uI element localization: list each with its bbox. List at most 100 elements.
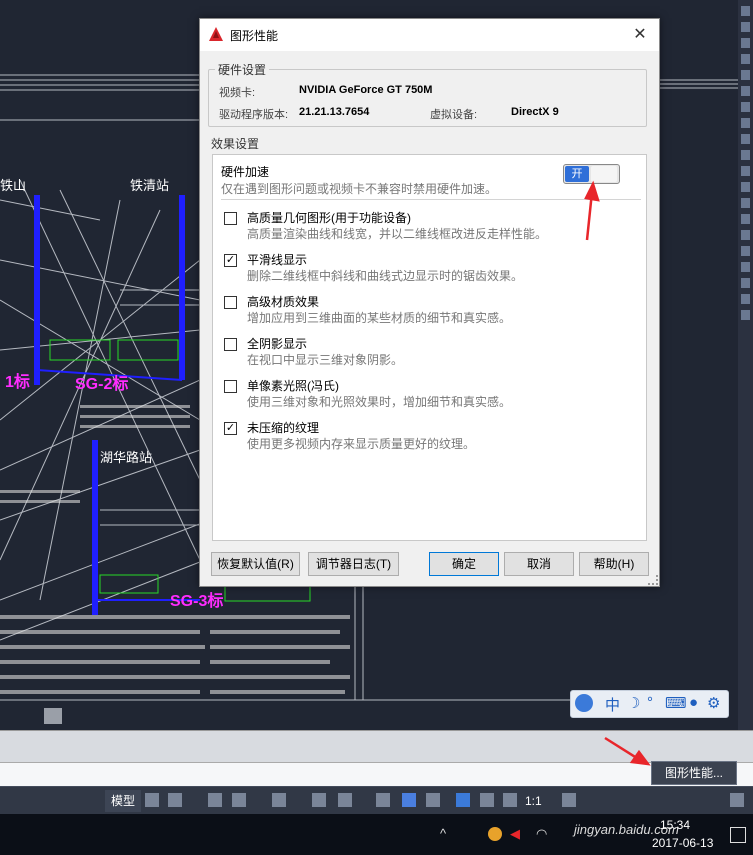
- option-checkbox[interactable]: ✓: [224, 338, 237, 351]
- wifi-icon[interactable]: ◠: [536, 827, 550, 841]
- toolbar-tool-icon[interactable]: [741, 230, 750, 240]
- option-checkbox[interactable]: ✓: [224, 254, 237, 267]
- toolbar-tool-icon[interactable]: [741, 102, 750, 112]
- transparency-icon[interactable]: [402, 793, 416, 807]
- network-app-icon[interactable]: [488, 827, 502, 841]
- option-advanced-material-effects[interactable]: ✓ 高级材质效果 增加应用到三维曲面的某些材质的细节和真实感。: [221, 291, 641, 331]
- resize-grip-icon[interactable]: [648, 575, 658, 585]
- option-per-pixel-lighting[interactable]: ✓ 单像素光照(冯氏) 使用三维对象和光照效果时，增加细节和真实感。: [221, 375, 641, 415]
- video-card-value: NVIDIA GeForce GT 750M: [299, 84, 433, 96]
- ime-microphone-icon[interactable]: ●: [689, 694, 698, 711]
- osnap-icon[interactable]: [272, 793, 286, 807]
- toolbar-tool-icon[interactable]: [741, 70, 750, 80]
- cancel-button[interactable]: 取消: [504, 552, 574, 576]
- toolbar-tool-icon[interactable]: [741, 310, 750, 320]
- cad-label-sg3: SG-3标: [170, 593, 224, 610]
- option-checkbox[interactable]: ✓: [224, 380, 237, 393]
- toolbar-tool-icon[interactable]: [741, 246, 750, 256]
- toolbar-tool-icon[interactable]: [741, 214, 750, 224]
- effect-settings-panel: 硬件加速 仅在遇到图形问题或视频卡不兼容时禁用硬件加速。 开 ✓ 高质量几何图形…: [212, 154, 647, 541]
- ime-mode-label[interactable]: 中: [605, 694, 620, 715]
- option-desc: 高质量渲染曲线和线宽，并以二维线框改进反走样性能。: [247, 227, 548, 241]
- option-desc: 增加应用到三维曲面的某些材质的细节和真实感。: [247, 311, 512, 325]
- annotation-visibility-icon[interactable]: [456, 793, 470, 807]
- workspace-gear-icon[interactable]: [562, 793, 576, 807]
- lineweight-icon[interactable]: [376, 793, 390, 807]
- annotation-scale-value[interactable]: 1:1: [525, 790, 542, 812]
- clock-time[interactable]: 15:34: [660, 818, 690, 832]
- ime-punctuation-icon[interactable]: °: [647, 694, 653, 711]
- toolbar-tool-icon[interactable]: [741, 182, 750, 192]
- tuner-log-button[interactable]: 调节器日志(T): [308, 552, 399, 576]
- option-high-quality-geometry[interactable]: ✓ 高质量几何图形(用于功能设备) 高质量渲染曲线和线宽，并以二维线框改进反走样…: [221, 207, 641, 247]
- toolbar-tool-icon[interactable]: [741, 6, 750, 16]
- checkmark-icon: ✓: [225, 254, 236, 266]
- dialog-titlebar[interactable]: 图形性能 ✕: [200, 19, 659, 51]
- hardware-acceleration-desc: 仅在遇到图形问题或视频卡不兼容时禁用硬件加速。: [221, 182, 498, 196]
- toolbar-tool-icon[interactable]: [741, 150, 750, 160]
- ime-settings-icon[interactable]: ⚙: [707, 694, 720, 712]
- cad-label-sg2: SG-2标: [75, 376, 129, 393]
- show-hidden-icons-chevron-icon[interactable]: ^: [440, 827, 454, 841]
- otrack-icon[interactable]: [312, 793, 326, 807]
- ok-button[interactable]: 确定: [429, 552, 499, 576]
- toolbar-tool-icon[interactable]: [741, 262, 750, 272]
- video-card-label: 视频卡:: [219, 87, 256, 99]
- annotation-scale-icon[interactable]: [503, 793, 517, 807]
- cad-label-tieqing-station: 铁清站: [130, 178, 170, 193]
- model-space-tab[interactable]: 模型: [105, 790, 142, 812]
- grid-icon[interactable]: [145, 793, 159, 807]
- hardware-acceleration-toggle[interactable]: 开: [563, 164, 620, 184]
- option-checkbox[interactable]: ✓: [224, 212, 237, 225]
- option-checkbox[interactable]: ✓: [224, 422, 237, 435]
- toolbar-tool-icon[interactable]: [741, 38, 750, 48]
- snap-icon[interactable]: [168, 793, 182, 807]
- option-desc: 在视口中显示三维对象阴影。: [247, 353, 404, 367]
- right-toolbar: [738, 0, 753, 730]
- hardware-settings-group: 硬件设置 视频卡: NVIDIA GeForce GT 750M 驱动程序版本:…: [208, 61, 647, 127]
- option-title: 高级材质效果: [247, 295, 320, 309]
- checkmark-icon: ✓: [225, 422, 236, 434]
- hardware-acceleration-title: 硬件加速: [221, 165, 270, 179]
- toolbar-tool-icon[interactable]: [741, 54, 750, 64]
- close-icon[interactable]: ✕: [630, 25, 650, 45]
- hardware-settings-title: 硬件设置: [215, 61, 270, 78]
- toolbar-tool-icon[interactable]: [741, 22, 750, 32]
- toolbar-tool-icon[interactable]: [741, 134, 750, 144]
- option-uncompressed-textures[interactable]: ✓ 未压缩的纹理 使用更多视频内存来显示质量更好的纹理。: [221, 417, 641, 457]
- speaker-icon[interactable]: ◀: [510, 827, 524, 841]
- toolbar-tool-icon[interactable]: [741, 86, 750, 96]
- cad-label-section-1: 1标: [5, 374, 30, 391]
- ime-moon-icon[interactable]: ☽: [627, 694, 640, 712]
- selection-cycling-icon[interactable]: [426, 793, 440, 807]
- option-desc: 删除二维线框中斜线和曲线式边显示时的锯齿效果。: [247, 269, 524, 283]
- option-desc: 使用更多视频内存来显示质量更好的纹理。: [247, 437, 476, 451]
- ime-keyboard-icon[interactable]: ⌨: [665, 694, 687, 712]
- toolbar-tool-icon[interactable]: [741, 166, 750, 176]
- dyn-ucs-icon[interactable]: [338, 793, 352, 807]
- command-history-area: [0, 730, 753, 763]
- toolbar-tool-icon[interactable]: [741, 198, 750, 208]
- toolbar-tool-icon[interactable]: [741, 118, 750, 128]
- ime-toolbar[interactable]: 中 ☽ ° ⌨ ● ⚙: [570, 690, 729, 718]
- polar-icon[interactable]: [232, 793, 246, 807]
- notification-center-icon[interactable]: [730, 827, 746, 843]
- dialog-title: 图形性能: [230, 29, 279, 43]
- ime-logo-icon[interactable]: [575, 694, 593, 712]
- reset-defaults-button[interactable]: 恢复默认值(R): [211, 552, 300, 576]
- ortho-icon[interactable]: [208, 793, 222, 807]
- driver-version-label: 驱动程序版本:: [219, 109, 289, 121]
- customization-icon[interactable]: [730, 793, 744, 807]
- toolbar-tool-icon[interactable]: [741, 278, 750, 288]
- toggle-on-label: 开: [565, 166, 589, 182]
- graphics-performance-button[interactable]: 图形性能...: [651, 761, 737, 785]
- cad-label-huhua-station: 湖华路站: [100, 450, 153, 465]
- option-checkbox[interactable]: ✓: [224, 296, 237, 309]
- toolbar-tool-icon[interactable]: [741, 294, 750, 304]
- option-full-shadow-display[interactable]: ✓ 全阴影显示 在视口中显示三维对象阴影。: [221, 333, 641, 373]
- command-line-input[interactable]: [0, 762, 753, 787]
- auto-scale-icon[interactable]: [480, 793, 494, 807]
- option-smooth-line-display[interactable]: ✓ 平滑线显示 删除二维线框中斜线和曲线式边显示时的锯齿效果。: [221, 249, 641, 289]
- help-button[interactable]: 帮助(H): [579, 552, 649, 576]
- clock-date[interactable]: 2017-06-13: [652, 836, 713, 850]
